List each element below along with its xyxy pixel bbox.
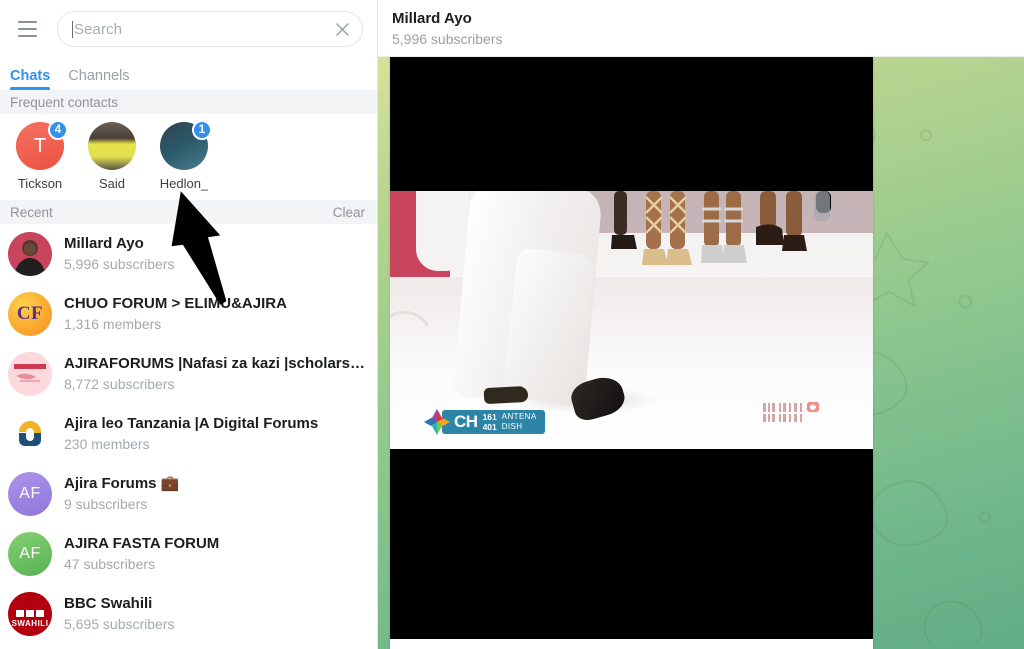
chat-subtitle: 47 subscribers xyxy=(64,556,156,572)
list-item-text: AJIRAFORUMS |Nafasi za kazi |scholarshi…… xyxy=(64,354,367,394)
avatar xyxy=(8,352,52,396)
message-bubble-wrapper: CH 161 401 ANTENA DISH xyxy=(390,57,873,649)
avatar: AF xyxy=(8,472,52,516)
avatar-initials: AF xyxy=(19,545,41,562)
chat-title: Ajira Forums 💼 xyxy=(64,475,180,492)
telegram-web-app: Search Chats Channels Frequent contacts xyxy=(0,0,1024,649)
svg-text:SWAHILI: SWAHILI xyxy=(12,619,49,628)
frequent-contact-tickson[interactable]: T 4 Tickson xyxy=(4,120,76,191)
chat-header-title: Millard Ayo xyxy=(392,10,472,27)
chat-subtitle: 5,695 subscribers xyxy=(64,616,175,632)
list-item-text: CHUO FORUM > ELIMU&AJIRA 1,316 members xyxy=(64,294,367,334)
watermark-channel-text: CH xyxy=(454,412,478,431)
chat-subtitle: 230 members xyxy=(64,436,150,452)
frequent-contacts-label: Frequent contacts xyxy=(10,94,119,110)
video-scene-legs xyxy=(600,191,850,291)
list-item[interactable]: AJIRAFORUMS |Nafasi za kazi |scholarshi…… xyxy=(0,344,377,404)
recent-header: Recent Clear xyxy=(0,200,377,224)
frequent-contact-said[interactable]: Said xyxy=(76,122,148,191)
frequent-contacts-row: T 4 Tickson Said 1 Hedlon_ xyxy=(0,114,377,200)
video-frame: CH 161 401 ANTENA DISH xyxy=(390,191,873,449)
chat-subtitle: 5,996 subscribers xyxy=(64,256,175,272)
tab-chats[interactable]: Chats xyxy=(10,68,51,90)
avatar-initials: CF xyxy=(16,303,44,324)
avatar: T 4 xyxy=(16,120,68,170)
channel-watermark: CH 161 401 ANTENA DISH xyxy=(424,409,545,435)
contact-name: Tickson xyxy=(17,176,63,191)
chat-title: BBC Swahili xyxy=(64,595,153,612)
avatar: 1 xyxy=(160,120,212,170)
video-message[interactable]: CH 161 401 ANTENA DISH xyxy=(390,57,873,639)
close-icon[interactable] xyxy=(328,15,356,43)
hamburger-menu-icon[interactable] xyxy=(10,12,44,46)
chat-subtitle: 1,316 members xyxy=(64,316,162,332)
frequent-contact-hedlon[interactable]: 1 Hedlon_ xyxy=(148,120,220,191)
message-caption: TJ D Mnyamaaa ndani ya Show leo! Warembo… xyxy=(390,639,873,649)
contact-name: Hedlon_ xyxy=(159,176,209,191)
recent-chat-list[interactable]: Millard Ayo 5,996 subscribers CF CHUO FO… xyxy=(0,224,377,649)
avatar xyxy=(8,232,52,276)
contact-name: Said xyxy=(98,176,126,191)
list-item-text: Ajira Forums 💼 9 subscribers xyxy=(64,474,367,514)
tab-channels[interactable]: Channels xyxy=(68,68,129,89)
sidebar: Search Chats Channels Frequent contacts xyxy=(0,0,378,649)
avatar: CF xyxy=(8,292,52,336)
chat-title: Ajira leo Tanzania |A Digital Forums xyxy=(64,415,319,432)
chat-subtitle: 9 subscribers xyxy=(64,496,148,512)
avatar xyxy=(88,122,136,170)
chat-panel: Millard Ayo 5,996 subscribers CH 161 401… xyxy=(378,0,1024,649)
list-item[interactable]: AF AJIRA FASTA FORUM 47 subscribers xyxy=(0,524,377,584)
list-item-text: BBC Swahili 5,695 subscribers xyxy=(64,594,367,634)
watermark-line1-number: 161 xyxy=(482,412,497,422)
chat-title: AJIRA FASTA FORUM xyxy=(64,535,220,552)
list-item-text: Millard Ayo 5,996 subscribers xyxy=(64,234,367,274)
search-input[interactable]: Search xyxy=(57,11,363,47)
unread-badge: 1 xyxy=(192,120,212,140)
watermark-line2-label: DISH xyxy=(501,422,523,431)
text-caret xyxy=(72,20,73,38)
chat-title: AJIRAFORUMS |Nafasi za kazi |scholarshi… xyxy=(64,355,367,372)
list-item[interactable]: Millard Ayo 5,996 subscribers xyxy=(0,224,377,284)
list-item-text: AJIRA FASTA FORUM 47 subscribers xyxy=(64,534,367,574)
chat-title: CHUO FORUM > ELIMU&AJIRA xyxy=(64,295,287,312)
unread-badge: 4 xyxy=(48,120,68,140)
chat-title: Millard Ayo xyxy=(64,235,144,252)
list-item[interactable]: Ajira leo Tanzania |A Digital Forums 230… xyxy=(0,404,377,464)
chat-header[interactable]: Millard Ayo 5,996 subscribers xyxy=(378,0,1024,57)
message-area: CH 161 401 ANTENA DISH xyxy=(378,57,1024,649)
avatar: SWAHILI xyxy=(8,592,52,636)
avatar xyxy=(8,412,52,456)
chat-subtitle: 8,772 subscribers xyxy=(64,376,175,392)
watermark-line2-number: 401 xyxy=(482,422,497,432)
chat-header-subtitle: 5,996 subscribers xyxy=(392,31,503,47)
frequent-contacts-header: Frequent contacts xyxy=(0,90,377,114)
secondary-watermark-icon xyxy=(763,401,821,427)
sidebar-tabs: Chats Channels xyxy=(0,58,377,90)
recent-label: Recent xyxy=(10,204,53,220)
list-item-text: Ajira leo Tanzania |A Digital Forums 230… xyxy=(64,414,367,454)
message-bubble[interactable]: CH 161 401 ANTENA DISH xyxy=(390,57,873,649)
list-item[interactable]: AF Ajira Forums 💼 9 subscribers xyxy=(0,464,377,524)
clear-recent-button[interactable]: Clear xyxy=(333,205,365,220)
list-item[interactable]: SWAHILI BBC Swahili 5,695 subscribers xyxy=(0,584,377,644)
avatar-initials: AF xyxy=(19,485,41,502)
search-placeholder: Search xyxy=(74,20,123,38)
avatar: AF xyxy=(8,532,52,576)
watermark-line1-label: ANTENA xyxy=(501,412,537,421)
list-item[interactable]: CF CHUO FORUM > ELIMU&AJIRA 1,316 member… xyxy=(0,284,377,344)
avatar-initials: T xyxy=(33,134,47,157)
search-row: Search xyxy=(0,0,377,58)
